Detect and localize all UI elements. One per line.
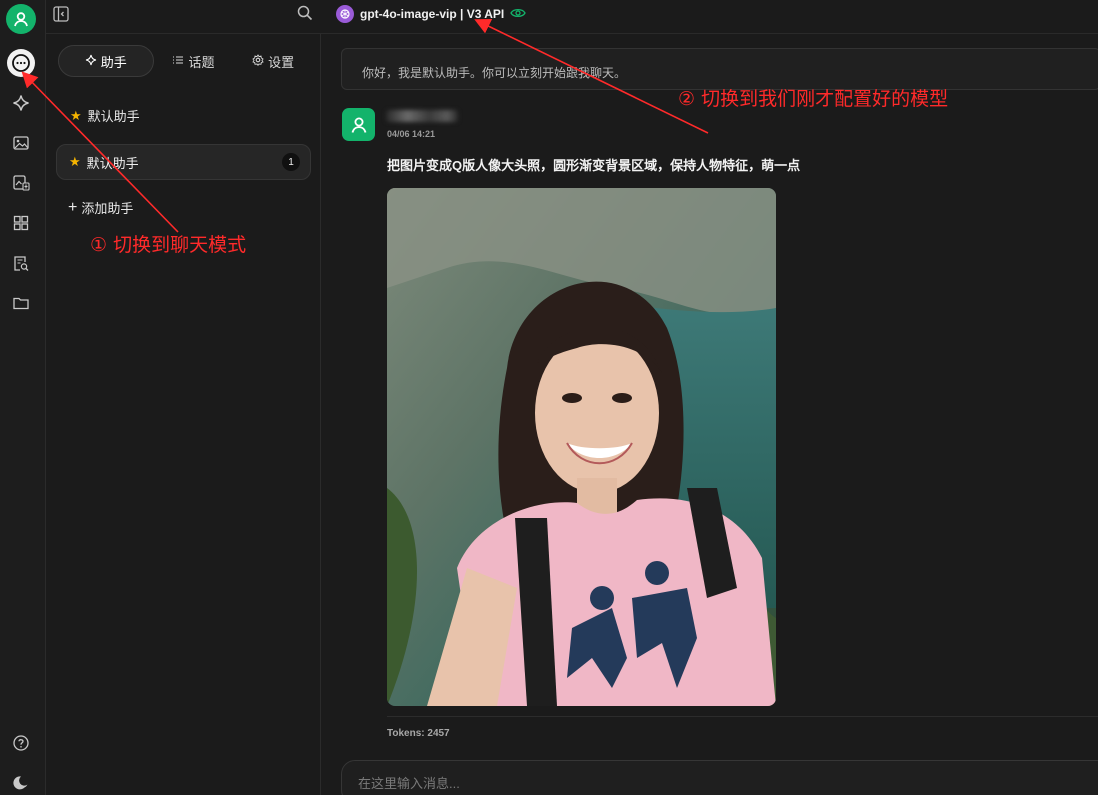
- top-bar: gpt-4o-image-vip | V3 API: [46, 0, 1098, 34]
- chat-icon[interactable]: [7, 49, 35, 77]
- tab-assistants[interactable]: 助手: [58, 45, 154, 77]
- moon-icon[interactable]: [7, 769, 35, 795]
- star-icon: ★: [69, 154, 81, 169]
- help-icon[interactable]: [7, 729, 35, 757]
- divider: [387, 716, 1098, 717]
- user-avatar-icon[interactable]: [6, 4, 36, 34]
- tab-topics[interactable]: 话题: [154, 45, 234, 77]
- assistant-item[interactable]: ★ 默认助手: [70, 106, 140, 125]
- star-icon: ★: [70, 107, 82, 123]
- blurred-username: [386, 110, 458, 122]
- apps-grid-icon[interactable]: [7, 209, 35, 237]
- assistant-item-selected[interactable]: ★ 默认助手 1: [56, 144, 311, 180]
- image-translate-icon[interactable]: [7, 169, 35, 197]
- message-input[interactable]: 在这里输入消息...: [341, 760, 1098, 795]
- add-assistant-button[interactable]: + 添加助手: [68, 198, 133, 217]
- sparkle-icon[interactable]: [7, 89, 35, 117]
- add-assistant-label: 添加助手: [81, 201, 134, 216]
- openai-logo-icon: [336, 5, 354, 23]
- list-icon: [172, 54, 184, 69]
- app-window: gpt-4o-image-vip | V3 API 助手 话题 设置 ★ 默认助…: [0, 0, 1098, 795]
- annotation-2: ② 切换到我们刚才配置好的模型: [678, 88, 949, 110]
- annotation-1: ① 切换到聊天模式: [90, 234, 247, 256]
- chat-area: 你好，我是默认助手。你可以立刻开始跟我聊天。 04/06 14:21 把图片变成…: [321, 34, 1098, 795]
- tab-settings[interactable]: 设置: [233, 45, 313, 77]
- sidebar-toggle-icon[interactable]: [52, 5, 72, 25]
- search-icon[interactable]: [296, 4, 316, 24]
- sparkle-icon: [85, 54, 97, 69]
- icon-rail: [0, 0, 46, 795]
- tab-label: 助手: [100, 54, 127, 70]
- message-text: 把图片变成Q版人像大头照，圆形渐变背景区域，保持人物特征，萌一点: [387, 158, 801, 173]
- token-count: Tokens: 2457: [387, 728, 450, 739]
- message-timestamp: 04/06 14:21: [387, 129, 436, 139]
- panel-tabs: 助手 话题 设置: [58, 44, 313, 78]
- model-name: gpt-4o-image-vip | V3 API: [360, 7, 505, 21]
- user-avatar-icon: [342, 108, 375, 141]
- tab-label: 话题: [188, 54, 215, 70]
- tab-label: 设置: [268, 54, 295, 70]
- plus-icon: +: [68, 198, 78, 216]
- assistant-label: 默认助手: [86, 155, 139, 171]
- image-icon[interactable]: [7, 129, 35, 157]
- model-selector[interactable]: gpt-4o-image-vip | V3 API: [336, 3, 527, 25]
- assistant-label: 默认助手: [87, 109, 140, 124]
- eye-icon[interactable]: [510, 7, 527, 22]
- gear-icon: [252, 53, 264, 69]
- topic-count-badge: 1: [282, 153, 300, 171]
- assistant-panel: 助手 话题 设置 ★ 默认助手 ★ 默认助手 1 + 添加助手: [46, 34, 321, 795]
- attached-photo[interactable]: [387, 188, 776, 706]
- document-search-icon[interactable]: [7, 249, 35, 277]
- folder-icon[interactable]: [7, 289, 35, 317]
